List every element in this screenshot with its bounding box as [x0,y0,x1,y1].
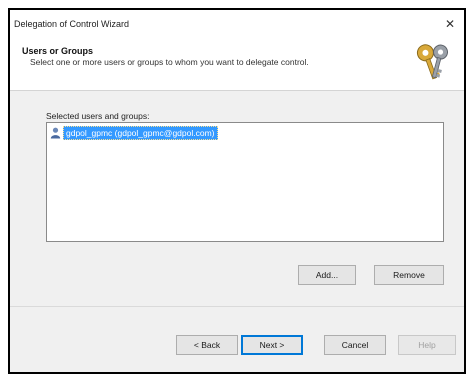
next-button[interactable]: Next > [241,335,303,355]
wizard-content: Selected users and groups: gdpol_gpmc (g… [10,91,464,306]
page-title: Users or Groups [22,46,94,56]
selected-users-label: Selected users and groups: [46,111,150,121]
list-item[interactable]: gdpol_gpmc (gdpol_gpmc@gdpol.com) [50,126,218,140]
selected-users-listbox[interactable]: gdpol_gpmc (gdpol_gpmc@gdpol.com) [46,122,444,242]
help-button[interactable]: Help [398,335,456,355]
window-title: Delegation of Control Wizard [14,19,130,29]
wizard-header: Users or Groups Select one or more users… [10,38,464,91]
add-button[interactable]: Add... [298,265,356,285]
remove-button[interactable]: Remove [374,265,444,285]
back-button[interactable]: < Back [176,335,238,355]
user-icon [50,127,61,139]
title-bar: Delegation of Control Wizard ✕ [10,10,464,38]
page-subtitle: Select one or more users or groups to wh… [30,57,309,67]
list-item-label: gdpol_gpmc (gdpol_gpmc@gdpol.com) [63,126,218,140]
keys-icon [416,44,449,80]
footer-divider [10,306,464,307]
wizard-dialog: Delegation of Control Wizard ✕ Users or … [8,8,466,374]
close-icon[interactable]: ✕ [436,10,464,38]
cancel-button[interactable]: Cancel [324,335,386,355]
